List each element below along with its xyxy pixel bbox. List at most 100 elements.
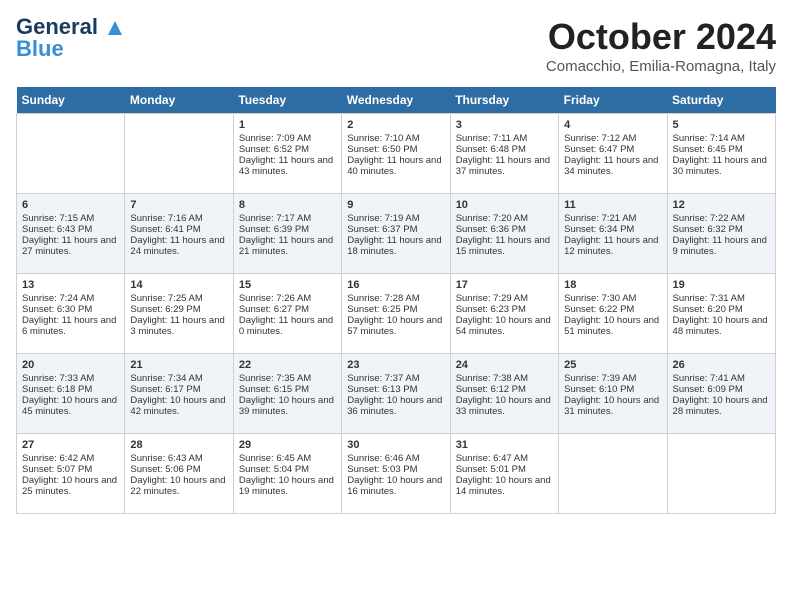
week-row-5: 27Sunrise: 6:42 AMSunset: 5:07 PMDayligh… [17, 434, 776, 514]
cell-w2-d3: 8Sunrise: 7:17 AMSunset: 6:39 PMDaylight… [233, 194, 341, 274]
daylight-text: Daylight: 11 hours and 9 minutes. [673, 235, 770, 257]
daylight-text: Daylight: 10 hours and 39 minutes. [239, 395, 336, 417]
cell-w1-d7: 5Sunrise: 7:14 AMSunset: 6:45 PMDaylight… [667, 114, 775, 194]
sunset-text: Sunset: 6:32 PM [673, 224, 770, 235]
cell-w1-d2 [125, 114, 233, 194]
col-friday: Friday [559, 87, 667, 114]
daylight-text: Daylight: 11 hours and 12 minutes. [564, 235, 661, 257]
cell-w1-d5: 3Sunrise: 7:11 AMSunset: 6:48 PMDaylight… [450, 114, 558, 194]
cell-w5-d1: 27Sunrise: 6:42 AMSunset: 5:07 PMDayligh… [17, 434, 125, 514]
sunrise-text: Sunrise: 7:26 AM [239, 293, 336, 304]
sunrise-text: Sunrise: 7:11 AM [456, 133, 553, 144]
day-number: 2 [347, 119, 444, 131]
sunrise-text: Sunrise: 7:33 AM [22, 373, 119, 384]
daylight-text: Daylight: 11 hours and 24 minutes. [130, 235, 227, 257]
day-number: 4 [564, 119, 661, 131]
col-tuesday: Tuesday [233, 87, 341, 114]
daylight-text: Daylight: 11 hours and 15 minutes. [456, 235, 553, 257]
day-number: 15 [239, 279, 336, 291]
sunset-text: Sunset: 6:30 PM [22, 304, 119, 315]
sunset-text: Sunset: 5:06 PM [130, 464, 227, 475]
day-number: 20 [22, 359, 119, 371]
daylight-text: Daylight: 11 hours and 30 minutes. [673, 155, 770, 177]
sunset-text: Sunset: 6:13 PM [347, 384, 444, 395]
sunset-text: Sunset: 6:52 PM [239, 144, 336, 155]
sunset-text: Sunset: 6:23 PM [456, 304, 553, 315]
daylight-text: Daylight: 10 hours and 57 minutes. [347, 315, 444, 337]
daylight-text: Daylight: 11 hours and 43 minutes. [239, 155, 336, 177]
cell-w4-d2: 21Sunrise: 7:34 AMSunset: 6:17 PMDayligh… [125, 354, 233, 434]
location: Comacchio, Emilia-Romagna, Italy [546, 58, 776, 75]
week-row-3: 13 Sunrise: 7:24 AMSunset: 6:30 PM Dayligh… [17, 274, 776, 354]
sunrise-text: Sunrise: 7:09 AM [239, 133, 336, 144]
daylight-text: Daylight: 11 hours and 27 minutes. [22, 235, 119, 257]
daylight-text: Daylight: 10 hours and 36 minutes. [347, 395, 444, 417]
daylight-text: Daylight: 11 hours and 18 minutes. [347, 235, 444, 257]
month-title: October 2024 [546, 16, 776, 58]
daylight-text: Daylight: 11 hours and 34 minutes. [564, 155, 661, 177]
daylight-text: Daylight: 10 hours and 19 minutes. [239, 475, 336, 497]
day-number: 18 [564, 279, 661, 291]
col-saturday: Saturday [667, 87, 775, 114]
week-row-2: 6Sunrise: 7:15 AMSunset: 6:43 PMDaylight… [17, 194, 776, 274]
sunrise-text: Sunrise: 7:41 AM [673, 373, 770, 384]
sunset-text: Sunset: 6:15 PM [239, 384, 336, 395]
calendar-header-row: Sunday Monday Tuesday Wednesday Thursday… [17, 87, 776, 114]
cell-w5-d4: 30Sunrise: 6:46 AMSunset: 5:03 PMDayligh… [342, 434, 450, 514]
sunrise-text: Sunrise: 7:31 AM [673, 293, 770, 304]
sunrise-text: Sunrise: 7:35 AM [239, 373, 336, 384]
sunrise-text: Sunrise: 7:39 AM [564, 373, 661, 384]
sunset-text: Sunset: 6:18 PM [22, 384, 119, 395]
cell-w3-d7: 19Sunrise: 7:31 AMSunset: 6:20 PMDayligh… [667, 274, 775, 354]
cell-w2-d2: 7Sunrise: 7:16 AMSunset: 6:41 PMDaylight… [125, 194, 233, 274]
cell-w4-d7: 26Sunrise: 7:41 AMSunset: 6:09 PMDayligh… [667, 354, 775, 434]
cell-w1-d1 [17, 114, 125, 194]
day-number: 26 [673, 359, 770, 371]
sunrise-text: Sunrise: 7:22 AM [673, 213, 770, 224]
sunrise-text: Sunrise: 6:43 AM [130, 453, 227, 464]
calendar-table: Sunday Monday Tuesday Wednesday Thursday… [16, 87, 776, 514]
sunset-text: Sunset: 5:04 PM [239, 464, 336, 475]
sunrise-text: Sunrise: 7:34 AM [130, 373, 227, 384]
sunset-text: Sunset: 5:03 PM [347, 464, 444, 475]
day-number: 28 [130, 439, 227, 451]
day-number: 31 [456, 439, 553, 451]
sunset-text: Sunset: 5:01 PM [456, 464, 553, 475]
sunrise-text: Sunrise: 7:16 AM [130, 213, 227, 224]
sunrise-text: Sunrise: 6:47 AM [456, 453, 553, 464]
daylight-text: Daylight: 10 hours and 33 minutes. [456, 395, 553, 417]
sunrise-text: Sunrise: 7:37 AM [347, 373, 444, 384]
cell-w5-d7 [667, 434, 775, 514]
sunset-text: Sunset: 6:09 PM [673, 384, 770, 395]
cell-w4-d1: 20 Sunrise: 7:33 AMSunset: 6:18 PMDayligh… [17, 354, 125, 434]
sunrise-text: Sunrise: 7:25 AM [130, 293, 227, 304]
day-number: 10 [456, 199, 553, 211]
sunset-text: Sunset: 6:17 PM [130, 384, 227, 395]
sunrise-text: Sunrise: 7:30 AM [564, 293, 661, 304]
cell-w1-d3: 1Sunrise: 7:09 AMSunset: 6:52 PMDaylight… [233, 114, 341, 194]
cell-w3-d1: 13Sunrise: 7:24 AMSunset: 6:30 PMDayligh… [17, 274, 125, 354]
sunrise-text: Sunrise: 6:46 AM [347, 453, 444, 464]
sunrise-text: Sunrise: 7:24 AM [22, 293, 119, 304]
sunrise-text: Sunrise: 7:19 AM [347, 213, 444, 224]
sunset-text: Sunset: 6:25 PM [347, 304, 444, 315]
sunset-text: Sunset: 6:34 PM [564, 224, 661, 235]
day-number: 22 [239, 359, 336, 371]
cell-w4-d5: 24Sunrise: 7:38 AMSunset: 6:12 PMDayligh… [450, 354, 558, 434]
daylight-text: Daylight: 10 hours and 51 minutes. [564, 315, 661, 337]
sunrise-text: Sunrise: 7:17 AM [239, 213, 336, 224]
daylight-text: Daylight: 10 hours and 48 minutes. [673, 315, 770, 337]
cell-w5-d5: 31 Sunrise: 6:47 AMSunset: 5:01 PMDayligh… [450, 434, 558, 514]
daylight-text: Daylight: 10 hours and 45 minutes. [22, 395, 119, 417]
week-row-4: 20Sunrise: 7:33 AMSunset: 6:18 PMDayligh… [17, 354, 776, 434]
sunset-text: Sunset: 6:27 PM [239, 304, 336, 315]
cell-w2-d6: 11Sunrise: 7:21 AMSunset: 6:34 PMDayligh… [559, 194, 667, 274]
cell-w5-d3: 29Sunrise: 6:45 AMSunset: 5:04 PMDayligh… [233, 434, 341, 514]
daylight-text: Daylight: 11 hours and 21 minutes. [239, 235, 336, 257]
cell-w2-d4: 9Sunrise: 7:19 AMSunset: 6:37 PMDaylight… [342, 194, 450, 274]
day-number: 12 [673, 199, 770, 211]
daylight-text: Daylight: 10 hours and 14 minutes. [456, 475, 553, 497]
cell-w3-d2: 14Sunrise: 7:25 AMSunset: 6:29 PMDayligh… [125, 274, 233, 354]
cell-w3-d5: 17Sunrise: 7:29 AMSunset: 6:23 PMDayligh… [450, 274, 558, 354]
day-number: 13 [22, 279, 119, 291]
